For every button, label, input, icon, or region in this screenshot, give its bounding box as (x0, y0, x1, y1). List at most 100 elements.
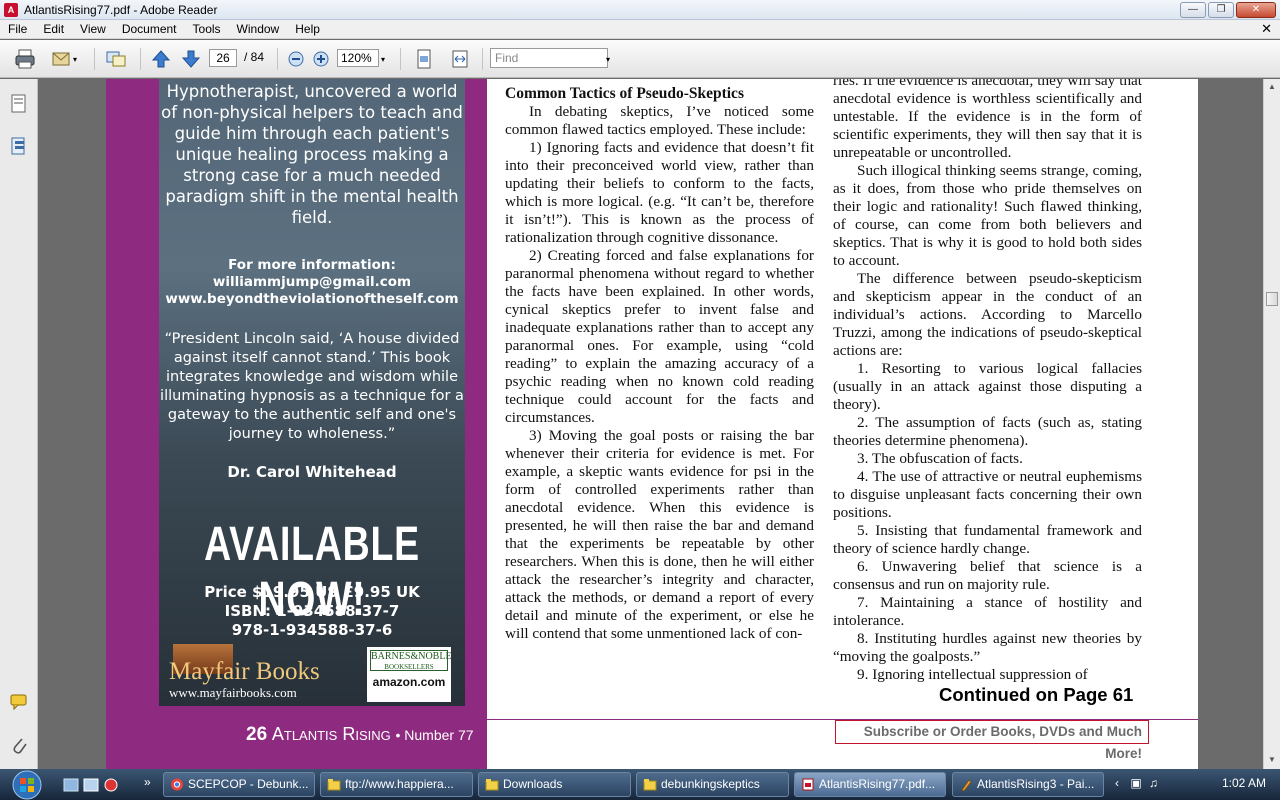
maximize-button[interactable]: ❐ (1208, 2, 1234, 18)
task-ftp[interactable]: ftp://www.happiera... (320, 772, 473, 797)
publisher-name: Mayfair Books (169, 658, 320, 685)
menu-document[interactable]: Document (114, 22, 185, 36)
chrome-icon (171, 778, 183, 791)
next-page-button[interactable] (180, 48, 202, 70)
tray-expand-icon[interactable]: ‹ (1115, 776, 1119, 790)
menu-help[interactable]: Help (287, 22, 328, 36)
task-label: SCEPCOP - Debunk... (188, 777, 309, 791)
page-number-input[interactable]: 26 (209, 49, 237, 67)
scroll-down-icon[interactable]: ▼ (1268, 755, 1276, 764)
publisher-url: www.mayfairbooks.com (169, 685, 297, 700)
ad-price-info: Price $19.95 US £9.95 UK ISBN: 1-934588-… (159, 583, 465, 640)
quick-launch-icons[interactable] (62, 777, 120, 793)
task-debunkingskeptics[interactable]: debunkingskeptics (636, 772, 789, 797)
ad-background-image: Hypnotherapist, uncovered a world of non… (159, 79, 465, 706)
pdf-page: Hypnotherapist, uncovered a world of non… (106, 79, 1198, 769)
close-document-icon[interactable]: ✕ (1261, 21, 1272, 37)
list-item: 9. Ignoring intellectual suppression of (857, 666, 1088, 683)
article-heading: Common Tactics of Pseudo-Skeptics (505, 85, 744, 102)
article-paragraph: 2) Creating forced and false explanation… (505, 247, 814, 426)
amazon-logo: amazon.com (372, 675, 446, 689)
retailer-logos: BARNES&NOBLE BOOKSELLERS amazon.com (367, 647, 452, 702)
zoom-in-button[interactable] (310, 48, 332, 70)
menu-file[interactable]: File (0, 22, 35, 36)
comments-icon[interactable] (9, 691, 29, 713)
network-icon[interactable]: ▣ (1130, 776, 1141, 790)
vertical-scrollbar[interactable]: ▲ ▼ (1263, 79, 1280, 769)
article-column-1: Common Tactics of Pseudo-Skeptics In deb… (505, 85, 814, 643)
close-button[interactable]: ✕ (1236, 2, 1276, 18)
zoom-level-select[interactable]: 120% (337, 49, 379, 67)
page-footer: 26 Atlantis Rising • Number 77 (246, 724, 474, 746)
page-total: / 84 (244, 50, 265, 64)
adobe-reader-icon: A (4, 2, 18, 17)
email-button[interactable]: ▾ (50, 48, 77, 70)
menu-window[interactable]: Window (229, 22, 288, 36)
review-button[interactable] (105, 48, 127, 70)
quick-launch-overflow-icon[interactable]: » (144, 775, 151, 789)
taskbar: » SCEPCOP - Debunk... ftp://www.happiera… (0, 769, 1280, 800)
article-paragraph: Such illogical thinking seems strange, c… (833, 162, 1142, 269)
list-item: 4. The use of attractive or neutral euph… (833, 468, 1142, 521)
paint-icon (961, 779, 972, 791)
fit-width-button[interactable] (449, 48, 471, 70)
article-paragraph: In debating skeptics, I’ve noticed some … (505, 103, 814, 138)
pages-panel-icon[interactable] (9, 93, 29, 115)
document-view[interactable]: Hypnotherapist, uncovered a world of non… (38, 79, 1263, 769)
ad-isbn-13: 978-1-934588-37-6 (231, 621, 393, 639)
find-dropdown-icon[interactable]: ▾ (606, 48, 610, 70)
start-button-icon[interactable] (4, 769, 50, 800)
zoom-dropdown-icon[interactable]: ▾ (381, 48, 385, 70)
zoom-in-icon (313, 51, 329, 67)
task-label: AtlantisRising3 - Pai... (977, 777, 1095, 791)
task-label: AtlantisRising77.pdf... (819, 777, 936, 791)
previous-page-button[interactable] (150, 48, 172, 70)
publisher-logo: Mayfair Books www.mayfairbooks.com (169, 644, 359, 700)
ad-email: williammjump@gmail.com (212, 274, 412, 290)
task-atlantisrising77[interactable]: AtlantisRising77.pdf... (794, 772, 946, 797)
menu-tools[interactable]: Tools (185, 22, 229, 36)
fit-page-button[interactable] (413, 48, 435, 70)
print-button[interactable] (14, 48, 36, 70)
ad-info-heading: For more information: (228, 257, 396, 273)
system-tray[interactable]: ‹ ▣ ♫ (1115, 776, 1158, 790)
scroll-thumb[interactable] (1266, 292, 1278, 306)
fit-page-icon (417, 49, 431, 69)
menu-bar: File Edit View Document Tools Window Hel… (0, 20, 1280, 39)
zoom-out-button[interactable] (285, 48, 307, 70)
footer-magazine: Atlantis Rising (271, 724, 391, 744)
list-item: 1. Resorting to various logical fallacie… (833, 360, 1142, 413)
menu-edit[interactable]: Edit (35, 22, 72, 36)
window-title: AtlantisRising77.pdf - Adobe Reader (24, 2, 218, 17)
list-item: 2. The assumption of facts (such as, sta… (833, 414, 1142, 449)
arrow-up-icon (151, 50, 171, 68)
clock[interactable]: 1:02 AM (1222, 776, 1266, 790)
article-paragraph: 1) Ignoring facts and evidence that does… (505, 139, 814, 246)
scroll-up-icon[interactable]: ▲ (1268, 82, 1276, 91)
title-bar: A AtlantisRising77.pdf - Adobe Reader — … (0, 0, 1280, 20)
minimize-button[interactable]: — (1180, 2, 1206, 18)
review-share-icon (106, 51, 126, 67)
find-input[interactable]: Find (490, 48, 608, 68)
barnes-noble-logo: BARNES&NOBLE BOOKSELLERS (370, 650, 452, 671)
volume-icon[interactable]: ♫ (1149, 776, 1158, 790)
list-item: 7. Maintaining a stance of hostility and… (833, 594, 1142, 629)
article-paragraph: 3) Moving the goal posts or raising the … (505, 427, 814, 642)
bookmarks-panel-icon[interactable] (9, 135, 29, 157)
article-paragraph: The difference between pseudo-skepticism… (833, 270, 1142, 359)
footer-page-number: 26 (246, 724, 268, 745)
ad-isbn-10: ISBN: 1-934588-37-7 (224, 602, 400, 620)
bn-line1: BARNES&NOBLE (371, 651, 452, 662)
toolbar: ▾ 26 / 84 120% ▾ Find ▾ (0, 40, 1280, 78)
folder-icon (485, 779, 499, 791)
article-paragraph: ries. If the evidence is anecdotal, they… (833, 79, 1142, 161)
arrow-down-icon (181, 50, 201, 68)
ad-quote-author: Dr. Carol Whitehead (227, 463, 397, 481)
ad-price: Price $19.95 US £9.95 UK (204, 583, 420, 601)
pdf-icon (802, 778, 814, 791)
attachment-icon[interactable] (9, 735, 29, 757)
menu-view[interactable]: View (72, 22, 114, 36)
task-atlantisrising3[interactable]: AtlantisRising3 - Pai... (952, 772, 1104, 797)
task-downloads[interactable]: Downloads (478, 772, 631, 797)
task-scepcop[interactable]: SCEPCOP - Debunk... (163, 772, 315, 797)
